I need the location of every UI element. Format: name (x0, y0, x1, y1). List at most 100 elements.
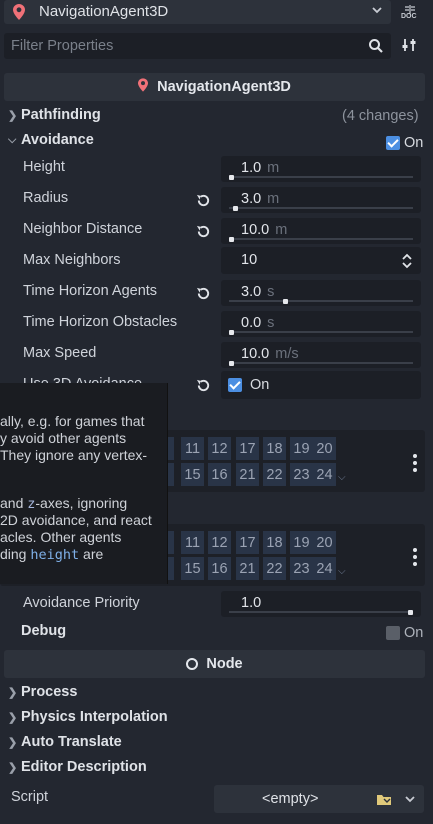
neighbor-distance-value: 10.0 (241, 222, 270, 238)
spinner-arrows-icon[interactable] (401, 253, 413, 272)
slider-handle[interactable] (232, 206, 238, 211)
category-auto-translate[interactable]: ❯ Auto Translate (8, 734, 122, 750)
layer-bit-cell[interactable]: 20 (313, 437, 336, 460)
layer-bit-cell[interactable]: 24 (313, 463, 336, 486)
height-field[interactable]: 1.0 m (221, 156, 421, 182)
toggle-label: On (250, 377, 270, 393)
avoidance-priority-field[interactable]: 1.0 (221, 591, 421, 617)
category-label: Process (21, 684, 78, 700)
layer-bit-cell[interactable]: 22 (263, 463, 286, 486)
debug-enabled-toggle[interactable]: On (386, 625, 423, 641)
class-section-node: Node (4, 650, 425, 678)
layer-bit-cell[interactable]: 17 (236, 437, 259, 460)
chevron-down-icon[interactable] (404, 792, 416, 809)
tooltip-text: ding (0, 546, 31, 562)
filter-properties-input[interactable]: Filter Properties (4, 33, 391, 59)
slider-handle[interactable] (229, 237, 234, 242)
slider-track (229, 238, 413, 240)
neighbor-distance-field[interactable]: 10.0 m (221, 218, 421, 244)
tooltip-line: 2D avoidance, and react (0, 512, 152, 528)
search-icon (368, 38, 384, 57)
prop-label-max-neighbors: Max Neighbors (23, 252, 121, 268)
slider-track (229, 611, 413, 613)
prop-label-time-horizon-agents: Time Horizon Agents (23, 283, 158, 299)
layer-bit-cell[interactable]: 12 (208, 437, 231, 460)
slider-handle[interactable] (282, 299, 288, 304)
filter-settings-button[interactable] (401, 37, 419, 55)
category-editor-description[interactable]: ❯ Editor Description (8, 759, 147, 775)
prop-label-max-speed: Max Speed (23, 345, 97, 361)
category-process[interactable]: ❯ Process (8, 684, 77, 700)
layer-bit-cell[interactable]: 18 (263, 531, 286, 554)
layer-bit-cell[interactable]: 19 (290, 531, 313, 554)
chevron-down-icon[interactable]: ⌵ (338, 472, 346, 483)
height-value: 1.0 (241, 160, 262, 176)
radius-field[interactable]: 3.0 m (221, 187, 421, 213)
layer-bit-cell[interactable]: 12 (208, 531, 231, 554)
avoidance-enabled-toggle[interactable]: On (386, 135, 423, 151)
doc-button[interactable]: DOC (398, 0, 422, 24)
time-horizon-agents-field[interactable]: 3.0 s (221, 280, 421, 306)
layer-bit-cell[interactable]: 11 (181, 531, 204, 554)
slider-track (229, 362, 413, 364)
chevron-right-icon: ❯ (8, 711, 18, 724)
tooltip-code: height (30, 547, 80, 563)
revert-icon[interactable] (196, 378, 212, 394)
revert-icon[interactable] (196, 224, 212, 240)
revert-icon[interactable] (196, 193, 212, 209)
layer-bit-cell[interactable]: 20 (313, 531, 336, 554)
time-horizon-obstacles-value: 0.0 (241, 315, 262, 331)
use-3d-avoidance-toggle[interactable]: On (221, 371, 421, 399)
category-label: Auto Translate (21, 734, 122, 750)
category-pathfinding[interactable]: ❯ Pathfinding (8, 107, 101, 123)
layer-bit-cell[interactable]: 21 (236, 557, 259, 580)
filter-placeholder: Filter Properties (11, 38, 114, 54)
time-horizon-obstacles-field[interactable]: 0.0 s (221, 311, 421, 337)
load-folder-icon[interactable] (376, 792, 392, 809)
max-neighbors-spinbox[interactable]: 10 (221, 247, 421, 274)
category-label: Physics Interpolation (21, 709, 168, 725)
slider-handle[interactable] (229, 330, 234, 335)
layer-bit-cell[interactable]: 17 (236, 531, 259, 554)
max-speed-field[interactable]: 10.0 m/s (221, 342, 421, 368)
category-physics-interpolation[interactable]: ❯ Physics Interpolation (8, 709, 168, 725)
node-selector[interactable]: NavigationAgent3D (4, 0, 391, 24)
property-tooltip: ally, e.g. for games that y avoid other … (0, 383, 168, 584)
radius-unit: m (267, 191, 280, 207)
slider-handle[interactable] (229, 361, 234, 366)
layer-bit-cell[interactable]: 16 (208, 463, 231, 486)
revert-icon[interactable] (196, 286, 212, 302)
chevron-right-icon: ❯ (8, 686, 18, 699)
toggle-label: On (404, 625, 424, 641)
layer-bit-cell[interactable]: 15 (181, 463, 204, 486)
layer-bit-cell[interactable]: 15 (181, 557, 204, 580)
layer-bit-cell[interactable]: 16 (208, 557, 231, 580)
category-debug[interactable]: Debug (21, 623, 66, 639)
category-label: Pathfinding (21, 107, 101, 123)
layer-bit-cell[interactable]: 11 (181, 437, 204, 460)
layer-bit-cell[interactable]: 21 (236, 463, 259, 486)
slider-handle[interactable] (408, 610, 413, 615)
tooltip-line: ding height are (0, 546, 103, 563)
layer-bit-cell[interactable]: 24 (313, 557, 336, 580)
prop-label-radius: Radius (23, 190, 69, 206)
tooltip-text: -axes, ignoring (35, 495, 128, 511)
prop-label-height: Height (23, 159, 65, 175)
layer-bit-cell[interactable]: 19 (290, 437, 313, 460)
location-pin-icon (13, 4, 25, 23)
category-avoidance[interactable]: ⌵ Avoidance (8, 132, 94, 148)
layer-bit-cell[interactable]: 18 (263, 437, 286, 460)
chevron-down-icon: ⌵ (8, 133, 17, 146)
script-picker[interactable]: <empty> (214, 785, 424, 813)
chevron-down-icon[interactable]: ⌵ (338, 566, 346, 577)
sliders-icon (401, 39, 417, 56)
more-vertical-icon[interactable] (413, 454, 417, 475)
slider-handle[interactable] (229, 175, 234, 180)
layer-bit-cell[interactable]: 23 (290, 557, 313, 580)
layer-bit-cell[interactable]: 23 (290, 463, 313, 486)
chevron-right-icon: ❯ (8, 109, 18, 122)
more-vertical-icon[interactable] (413, 548, 417, 569)
layer-bit-cell[interactable]: 22 (263, 557, 286, 580)
prop-label-neighbor-distance: Neighbor Distance (23, 221, 143, 237)
toggle-label: On (404, 135, 424, 151)
